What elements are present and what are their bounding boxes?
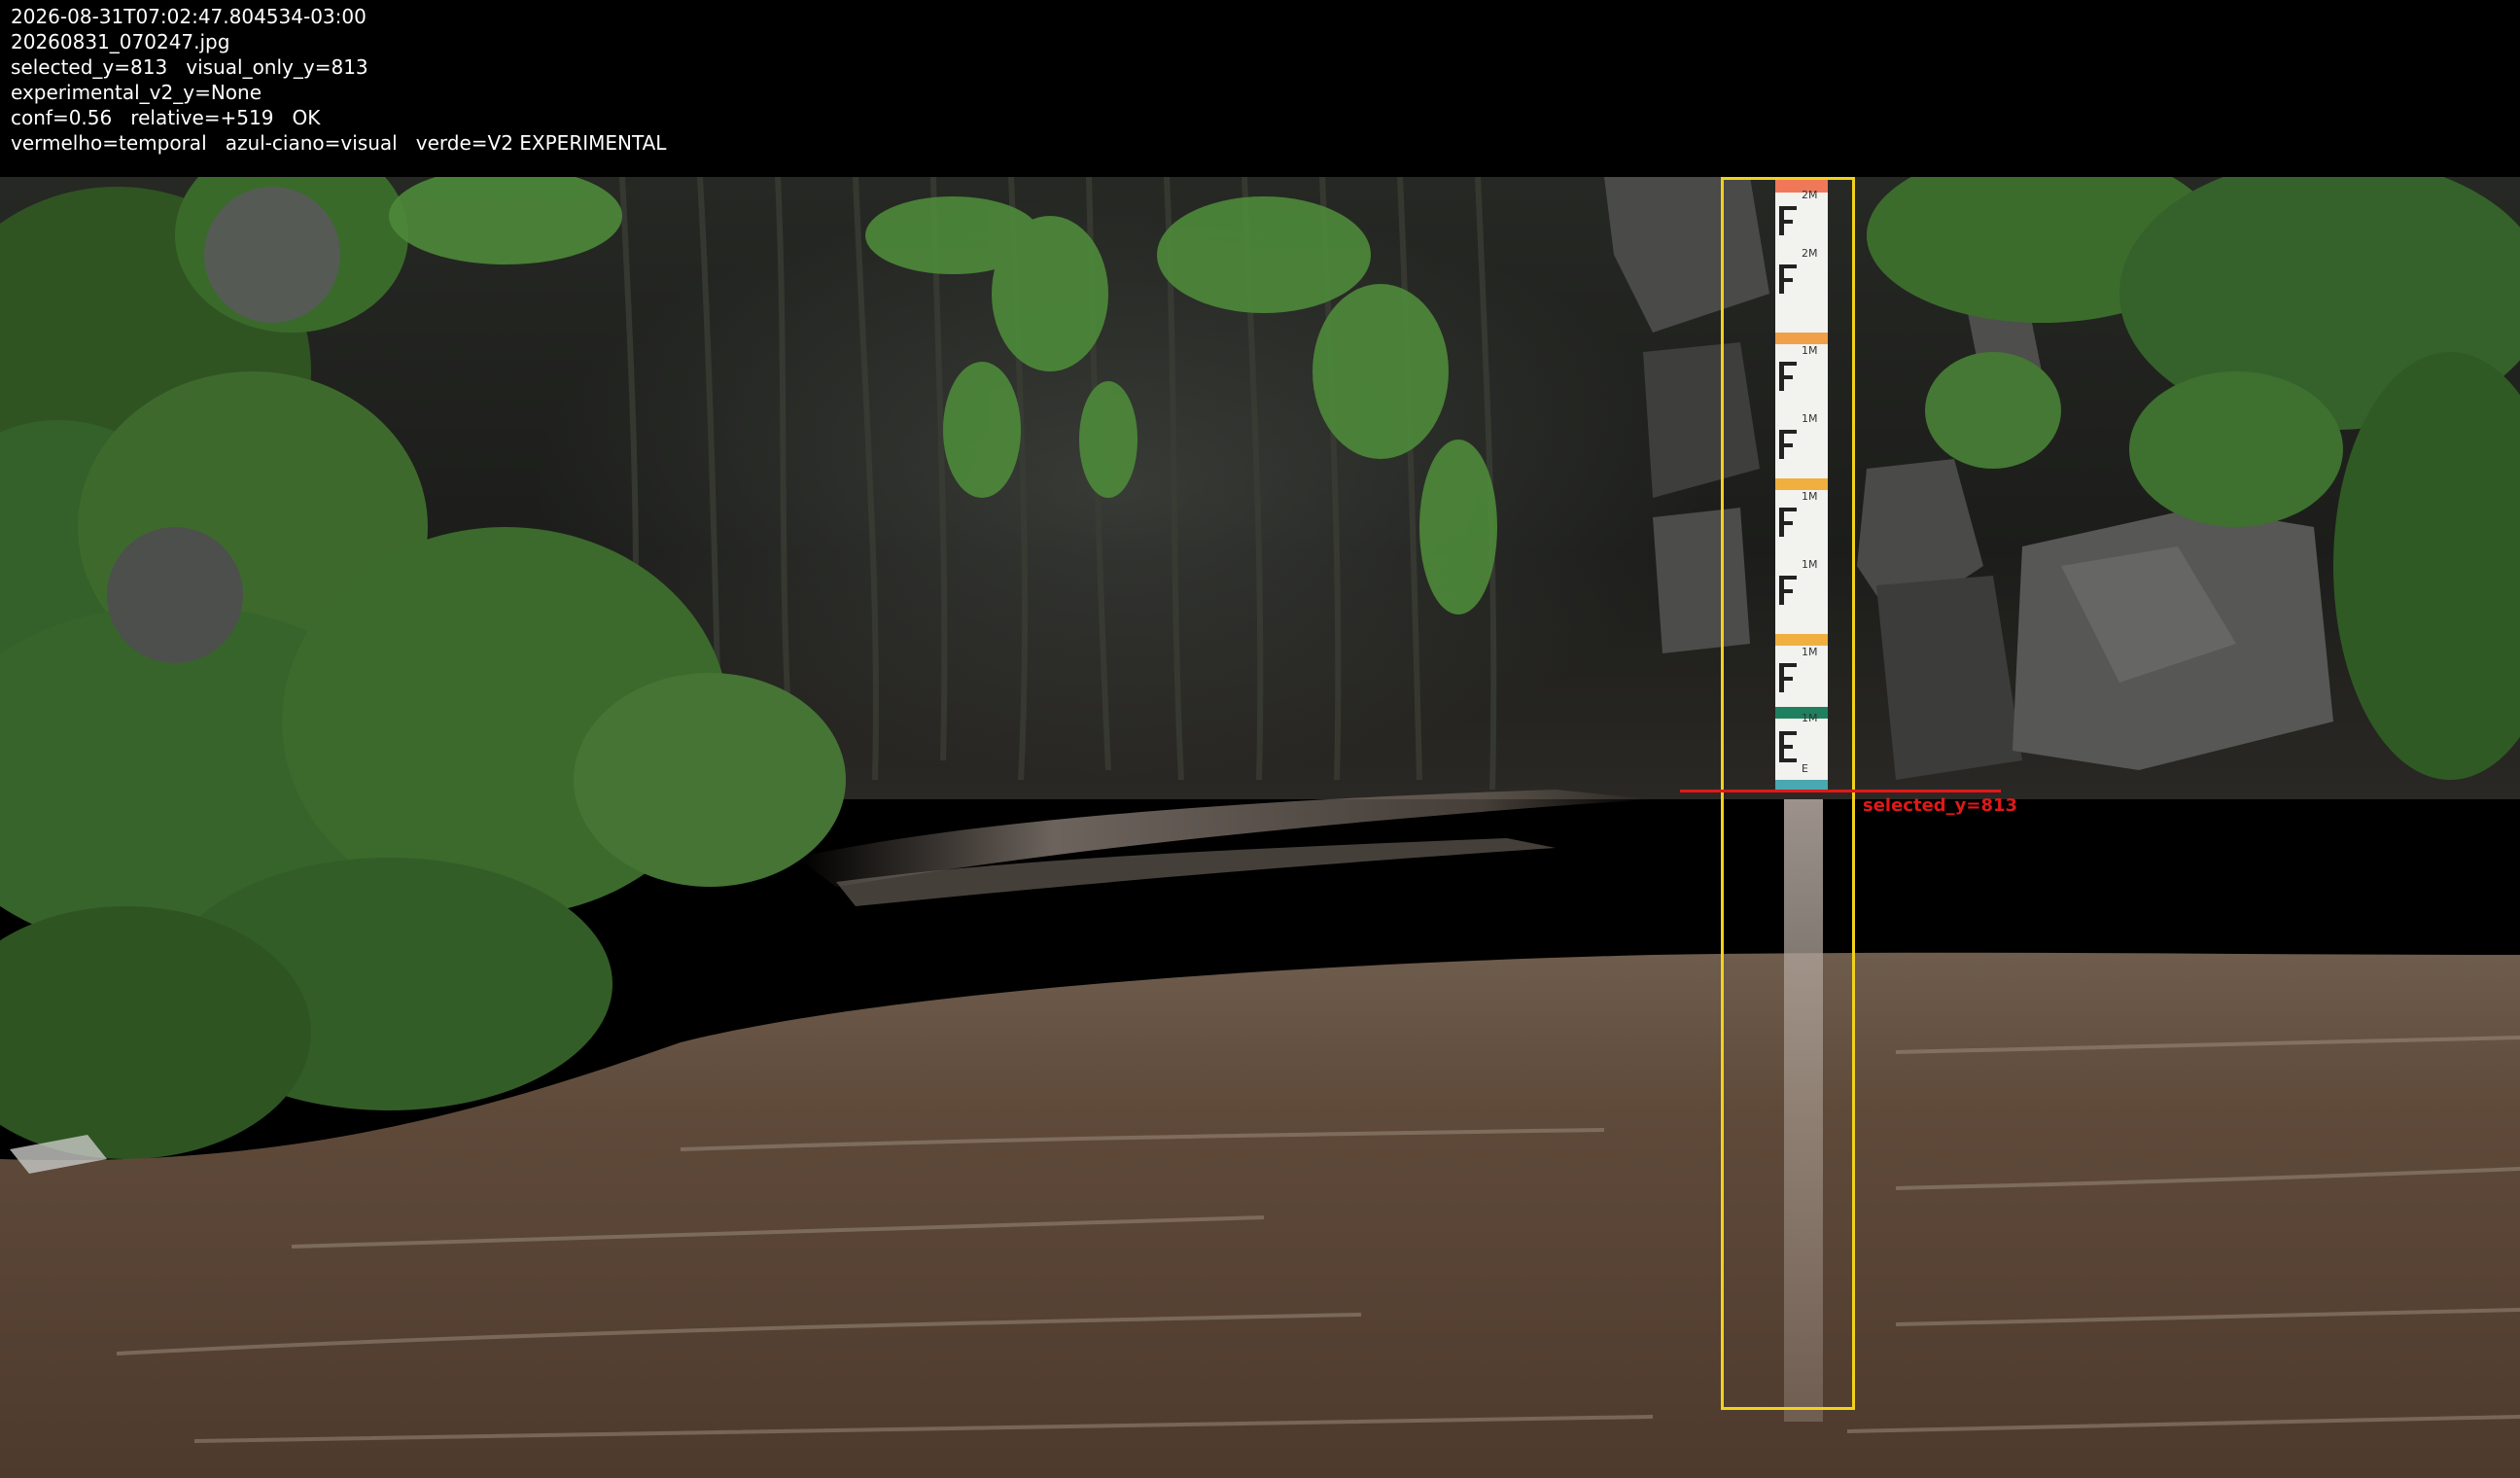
info-overlay: 2026-08-31T07:02:47.804534-03:00 2026083… [0, 0, 2520, 177]
roi-bounding-box [1721, 177, 1855, 1410]
filename-text: 20260831_070247.jpg [11, 30, 230, 53]
camera-photo: 2M 2M 1M 1M 1M 1M 1M 1M E [0, 177, 2520, 1478]
confidence-text: conf=0.56 relative=+519 OK [11, 106, 321, 129]
experimental-y-text: experimental_v2_y=None [11, 81, 262, 104]
selected-y-text: selected_y=813 visual_only_y=813 [11, 55, 368, 79]
waterline-marker [1680, 790, 2001, 792]
image-viewer: 2026-08-31T07:02:47.804534-03:00 2026083… [0, 0, 2520, 1478]
timestamp-text: 2026-08-31T07:02:47.804534-03:00 [11, 5, 367, 28]
legend-text: vermelho=temporal azul-ciano=visual verd… [11, 131, 667, 155]
waterline-label: selected_y=813 [1863, 795, 2018, 816]
